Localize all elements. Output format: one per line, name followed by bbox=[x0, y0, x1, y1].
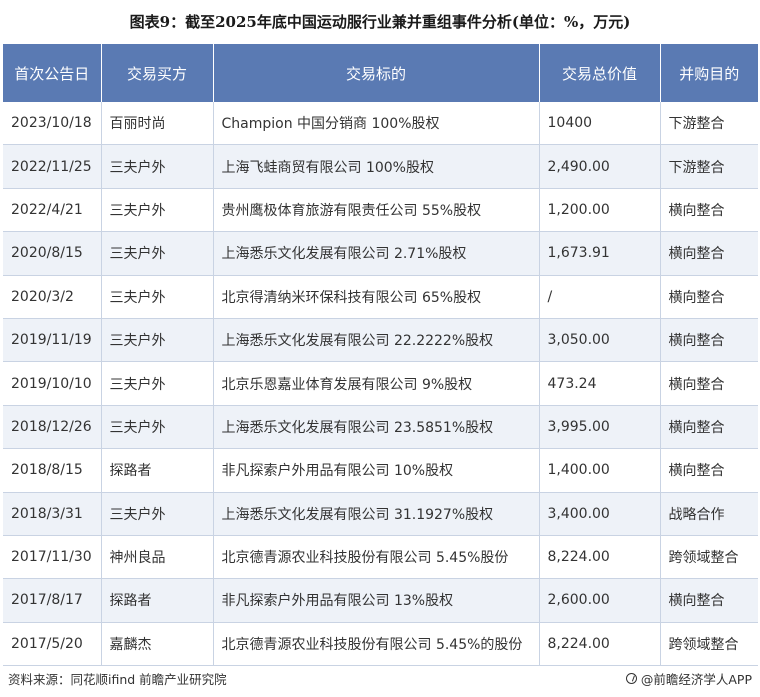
cell-announce-date: 2022/4/21 bbox=[3, 188, 102, 233]
cell-total-value: 3,995.00 bbox=[539, 405, 661, 450]
table-row: 2018/12/26 三夫户外 上海悉乐文化发展有限公司 23.5851%股权 3,9… bbox=[3, 405, 758, 450]
cell-total-value: / bbox=[539, 275, 661, 319]
cell-purpose: 横向整合 bbox=[660, 275, 758, 319]
cell-target: Champion 中国分销商 100%股权 bbox=[213, 102, 540, 146]
cell-purpose: 下游整合 bbox=[660, 102, 758, 146]
cell-buyer: 三夫户外 bbox=[101, 231, 214, 276]
cell-buyer: 三夫户外 bbox=[101, 144, 214, 189]
header-announce-date: 首次公告日 bbox=[3, 44, 102, 102]
cell-announce-date: 2018/3/31 bbox=[3, 492, 102, 536]
cell-target: 贵州鹰极体育旅游有限责任公司 55%股权 bbox=[213, 188, 540, 233]
cell-buyer: 嘉麟杰 bbox=[101, 622, 214, 667]
cell-total-value: 2,600.00 bbox=[539, 578, 661, 623]
cell-total-value: 3,400.00 bbox=[539, 492, 661, 536]
header-purpose: 并购目的 bbox=[660, 44, 758, 102]
cell-buyer: 三夫户外 bbox=[101, 275, 214, 319]
source-note: 资料来源：同花顺ifind 前瞻产业研究院 bbox=[8, 672, 227, 687]
cell-total-value: 8,224.00 bbox=[539, 622, 661, 667]
table-row: 2017/5/20 嘉麟杰 北京德青源农业科技股份有限公司 5.45%的股份 8,22… bbox=[3, 622, 758, 667]
cell-total-value: 1,673.91 bbox=[539, 231, 661, 276]
header-target: 交易标的 bbox=[213, 44, 540, 102]
header-buyer: 交易买方 bbox=[101, 44, 214, 102]
cell-target: 非凡探索户外用品有限公司 13%股权 bbox=[213, 578, 540, 623]
cell-announce-date: 2019/10/10 bbox=[3, 361, 102, 406]
cell-total-value: 10400 bbox=[539, 102, 661, 146]
table-row: 2022/11/25 三夫户外 上海飞蛙商贸有限公司 100%股权 2,490.00 下… bbox=[3, 144, 758, 189]
cell-total-value: 1,400.00 bbox=[539, 448, 661, 493]
table-row: 2017/8/17 探路者 非凡探索户外用品有限公司 13%股权 2,600.00 横向… bbox=[3, 578, 758, 623]
cell-announce-date: 2023/10/18 bbox=[3, 102, 102, 146]
qianzhan-logo-icon bbox=[625, 673, 637, 684]
header-total-value: 交易总价值 bbox=[539, 44, 661, 102]
table-row: 2018/8/15 探路者 非凡探索户外用品有限公司 10%股权 1,400.00 横向… bbox=[3, 448, 758, 493]
cell-buyer: 百丽时尚 bbox=[101, 102, 214, 146]
cell-purpose: 跨领域整合 bbox=[660, 535, 758, 580]
cell-target: 非凡探索户外用品有限公司 10%股权 bbox=[213, 448, 540, 493]
table-row: 2022/4/21 三夫户外 贵州鹰极体育旅游有限责任公司 55%股权 1,200.0… bbox=[3, 188, 758, 233]
cell-announce-date: 2019/11/19 bbox=[3, 318, 102, 363]
cell-buyer: 三夫户外 bbox=[101, 318, 214, 363]
cell-purpose: 下游整合 bbox=[660, 144, 758, 189]
cell-announce-date: 2020/8/15 bbox=[3, 231, 102, 276]
table-row: 2020/3/2 三夫户外 北京得清纳米环保科技有限公司 65%股权 / 横向整合 bbox=[3, 275, 758, 319]
table-row: 2018/3/31 三夫户外 上海悉乐文化发展有限公司 31.1927%股权 3,40… bbox=[3, 492, 758, 536]
footer: 资料来源：同花顺ifind 前瞻产业研究院 @前瞻经济学人APP bbox=[0, 664, 760, 690]
chart-title: 图表9：截至2025年底中国运动服行业兼并重组事件分析(单位：%，万元) bbox=[129, 13, 631, 31]
brand-mark: @前瞻经济学人APP bbox=[625, 669, 752, 688]
cell-buyer: 三夫户外 bbox=[101, 492, 214, 536]
table-row: 2019/11/19 三夫户外 上海悉乐文化发展有限公司 22.2222%股权 3,0… bbox=[3, 318, 758, 363]
cell-target: 北京得清纳米环保科技有限公司 65%股权 bbox=[213, 275, 540, 319]
cell-purpose: 横向整合 bbox=[660, 578, 758, 623]
merger-events-table: 首次公告日 交易买方 交易标的 交易总价值 并购目的 2023/10/18 百丽时… bbox=[3, 44, 758, 667]
cell-buyer: 探路者 bbox=[101, 578, 214, 623]
table-body: 2023/10/18 百丽时尚 Champion 中国分销商 100%股权 10400… bbox=[3, 102, 758, 667]
cell-target: 北京德青源农业科技股份有限公司 5.45%股份 bbox=[213, 535, 540, 580]
cell-purpose: 跨领域整合 bbox=[660, 622, 758, 667]
cell-announce-date: 2017/5/20 bbox=[3, 622, 102, 667]
cell-buyer: 三夫户外 bbox=[101, 188, 214, 233]
cell-purpose: 横向整合 bbox=[660, 188, 758, 233]
cell-announce-date: 2017/8/17 bbox=[3, 578, 102, 623]
cell-target: 上海飞蛙商贸有限公司 100%股权 bbox=[213, 144, 540, 189]
brand-text: @前瞻经济学人APP bbox=[640, 672, 752, 687]
cell-total-value: 3,050.00 bbox=[539, 318, 661, 363]
cell-target: 北京德青源农业科技股份有限公司 5.45%的股份 bbox=[213, 622, 540, 667]
cell-purpose: 横向整合 bbox=[660, 361, 758, 406]
cell-total-value: 473.24 bbox=[539, 361, 661, 406]
cell-total-value: 8,224.00 bbox=[539, 535, 661, 580]
cell-target: 上海悉乐文化发展有限公司 31.1927%股权 bbox=[213, 492, 540, 536]
cell-buyer: 探路者 bbox=[101, 448, 214, 493]
cell-buyer: 三夫户外 bbox=[101, 361, 214, 406]
cell-announce-date: 2017/11/30 bbox=[3, 535, 102, 580]
cell-purpose: 横向整合 bbox=[660, 405, 758, 450]
table-header-row: 首次公告日 交易买方 交易标的 交易总价值 并购目的 bbox=[3, 44, 758, 102]
table-row: 2017/11/30 神州良品 北京德青源农业科技股份有限公司 5.45%股份 8,2… bbox=[3, 535, 758, 580]
cell-total-value: 2,490.00 bbox=[539, 144, 661, 189]
cell-target: 上海悉乐文化发展有限公司 2.71%股权 bbox=[213, 231, 540, 276]
table-row: 2019/10/10 三夫户外 北京乐恩嘉业体育发展有限公司 9%股权 473.24 横… bbox=[3, 361, 758, 406]
cell-purpose: 横向整合 bbox=[660, 231, 758, 276]
cell-announce-date: 2022/11/25 bbox=[3, 144, 102, 189]
cell-announce-date: 2018/8/15 bbox=[3, 448, 102, 493]
cell-target: 北京乐恩嘉业体育发展有限公司 9%股权 bbox=[213, 361, 540, 406]
cell-announce-date: 2020/3/2 bbox=[3, 275, 102, 319]
cell-purpose: 横向整合 bbox=[660, 448, 758, 493]
cell-announce-date: 2018/12/26 bbox=[3, 405, 102, 450]
table-row: 2023/10/18 百丽时尚 Champion 中国分销商 100%股权 10400… bbox=[3, 102, 758, 146]
cell-target: 上海悉乐文化发展有限公司 23.5851%股权 bbox=[213, 405, 540, 450]
cell-buyer: 三夫户外 bbox=[101, 405, 214, 450]
cell-target: 上海悉乐文化发展有限公司 22.2222%股权 bbox=[213, 318, 540, 363]
cell-purpose: 战略合作 bbox=[660, 492, 758, 536]
cell-buyer: 神州良品 bbox=[101, 535, 214, 580]
cell-purpose: 横向整合 bbox=[660, 318, 758, 363]
table-row: 2020/8/15 三夫户外 上海悉乐文化发展有限公司 2.71%股权 1,673.9… bbox=[3, 231, 758, 276]
cell-total-value: 1,200.00 bbox=[539, 188, 661, 233]
